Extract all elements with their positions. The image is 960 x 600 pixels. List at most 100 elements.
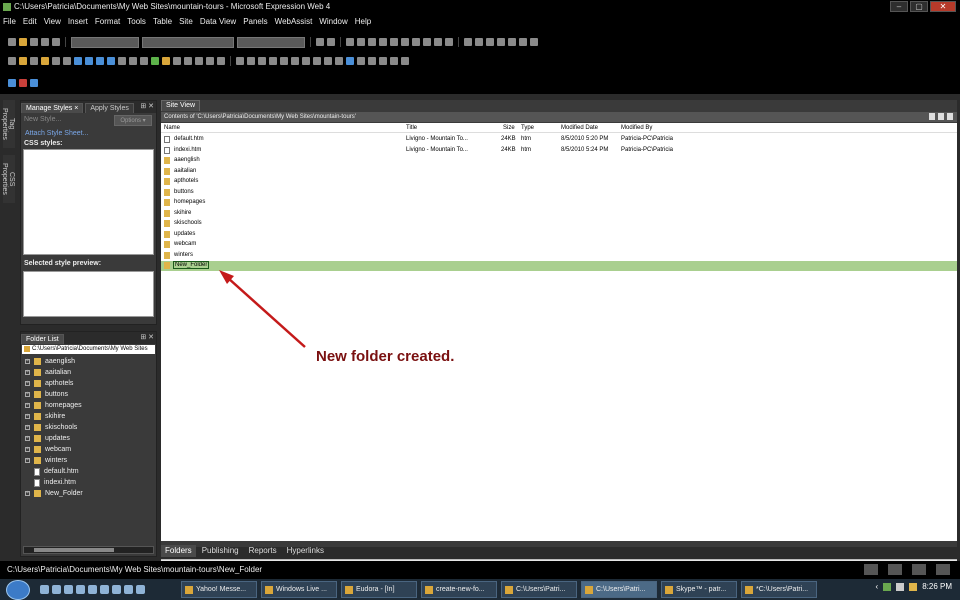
highlight-icon[interactable]: [475, 38, 483, 46]
new-folder-icon[interactable]: [938, 113, 944, 120]
expand-icon[interactable]: +: [25, 359, 30, 364]
dynamic-web-template-icon[interactable]: [19, 79, 27, 87]
taskbar-button[interactable]: C:\Users\Patri...: [501, 581, 577, 598]
layer-insert-icon[interactable]: [140, 57, 148, 65]
menu-insert[interactable]: Insert: [68, 17, 88, 26]
folder-tree-item[interactable]: + skischools: [25, 422, 77, 433]
preview-icon[interactable]: [52, 38, 60, 46]
table-icon[interactable]: [508, 38, 516, 46]
align-right-icon[interactable]: [401, 38, 409, 46]
browser-icon[interactable]: [64, 585, 73, 594]
align-center-icon[interactable]: [390, 38, 398, 46]
web-icon[interactable]: [74, 57, 82, 65]
align-left-icon[interactable]: [379, 38, 387, 46]
column-header-type[interactable]: Type: [521, 125, 534, 131]
record-icon[interactable]: [313, 57, 321, 65]
table-row[interactable]: default.htm Livigno - Mountain To... 24KB h…: [161, 135, 957, 145]
indent-icon[interactable]: [445, 38, 453, 46]
taskbar-button[interactable]: Skype™ - patr...: [661, 581, 737, 598]
menu-tools[interactable]: Tools: [127, 17, 146, 26]
site-icon[interactable]: [8, 79, 16, 87]
css-icon[interactable]: [368, 57, 376, 65]
open-icon[interactable]: [19, 57, 27, 65]
expand-icon[interactable]: +: [25, 447, 30, 452]
bold-icon[interactable]: [346, 38, 354, 46]
selected-table-row[interactable]: New_Folder: [161, 261, 957, 271]
tab-css-properties[interactable]: CSS Properties: [1, 155, 15, 203]
new-document-icon[interactable]: [8, 38, 16, 46]
tab-folder-list[interactable]: Folder List: [21, 334, 64, 344]
expand-icon[interactable]: +: [25, 491, 30, 496]
sitemap-icon[interactable]: [30, 79, 38, 87]
media-icon[interactable]: [100, 585, 109, 594]
numbered-list-icon[interactable]: [412, 38, 420, 46]
validation-icon[interactable]: [888, 564, 902, 575]
help-icon[interactable]: [346, 57, 354, 65]
browser-icon[interactable]: [85, 57, 93, 65]
folder-icon[interactable]: [88, 585, 97, 594]
folder-tree-item[interactable]: + homepages: [25, 400, 82, 411]
firefox-icon[interactable]: [76, 585, 85, 594]
menu-data-view[interactable]: Data View: [200, 17, 236, 26]
paste-icon[interactable]: [184, 57, 192, 65]
tab-manage-styles[interactable]: Manage Styles ×: [21, 103, 84, 113]
menu-file[interactable]: File: [3, 17, 16, 26]
layout-icon[interactable]: [335, 57, 343, 65]
doctype-icon[interactable]: [864, 564, 878, 575]
show-desktop-icon[interactable]: [40, 585, 49, 594]
table-row[interactable]: aaitalian: [161, 167, 957, 177]
taskbar-button[interactable]: create-new-fo...: [421, 581, 497, 598]
preview-browser-icon[interactable]: [107, 57, 115, 65]
folder-tree-item[interactable]: + updates: [25, 433, 70, 444]
up-folder-icon[interactable]: [947, 113, 953, 120]
tab-apply-styles[interactable]: Apply Styles: [85, 103, 134, 113]
menu-help[interactable]: Help: [355, 17, 371, 26]
expand-icon[interactable]: +: [25, 381, 30, 386]
style-icon[interactable]: [357, 57, 365, 65]
find-icon[interactable]: [63, 57, 71, 65]
image-icon[interactable]: [118, 57, 126, 65]
column-header-modified-by[interactable]: Modified By: [621, 125, 652, 131]
taskbar-button[interactable]: C:\Users\Patri...: [581, 581, 657, 598]
insert-link-icon[interactable]: [291, 57, 299, 65]
undo-icon[interactable]: [206, 57, 214, 65]
globe-icon[interactable]: [136, 585, 145, 594]
table-row[interactable]: buttons: [161, 188, 957, 198]
edit-icon[interactable]: [41, 57, 49, 65]
layout-icon[interactable]: [912, 564, 926, 575]
table-row[interactable]: homepages: [161, 198, 957, 208]
globe-icon[interactable]: [96, 57, 104, 65]
new-style-link[interactable]: New Style...: [24, 116, 61, 123]
font-size-dropdown[interactable]: [237, 36, 305, 48]
opera-icon[interactable]: [112, 585, 121, 594]
menu-format[interactable]: Format: [95, 17, 120, 26]
insert-form-icon[interactable]: [269, 57, 277, 65]
folder-root-path[interactable]: C:\Users\Patricia\Documents\My Web Sites: [22, 345, 155, 354]
css-styles-list[interactable]: [23, 149, 154, 255]
table-row[interactable]: apthotels: [161, 177, 957, 187]
close-all-icon[interactable]: [401, 57, 409, 65]
maximize-button[interactable]: ▢: [910, 1, 928, 12]
taskbar-button[interactable]: *C:\Users\Patri...: [741, 581, 817, 598]
volume-icon[interactable]: [896, 582, 905, 591]
insert-layer-icon[interactable]: [247, 57, 255, 65]
font-color-icon[interactable]: [486, 38, 494, 46]
column-header-title[interactable]: Title: [406, 125, 417, 131]
document-icon[interactable]: [302, 57, 310, 65]
expand-icon[interactable]: +: [25, 436, 30, 441]
style-dropdown[interactable]: [71, 36, 139, 48]
menu-window[interactable]: Window: [319, 17, 347, 26]
power-icon[interactable]: [909, 582, 918, 591]
network-icon[interactable]: [883, 582, 892, 591]
menu-edit[interactable]: Edit: [23, 17, 37, 26]
undo-icon[interactable]: [316, 38, 324, 46]
folder-tree-item[interactable]: indexi.htm: [25, 477, 76, 488]
copy-icon[interactable]: [173, 57, 181, 65]
close-tab-icon[interactable]: ×: [74, 105, 78, 112]
close-button[interactable]: ✕: [930, 1, 956, 12]
explorer-icon[interactable]: [52, 585, 61, 594]
bullet-list-icon[interactable]: [423, 38, 431, 46]
table-row[interactable]: indexi.htm Livigno - Mountain To... 24KB ht…: [161, 146, 957, 156]
folder-tree-item[interactable]: + New_Folder: [25, 488, 83, 499]
tab-folders[interactable]: Folders: [161, 545, 196, 557]
